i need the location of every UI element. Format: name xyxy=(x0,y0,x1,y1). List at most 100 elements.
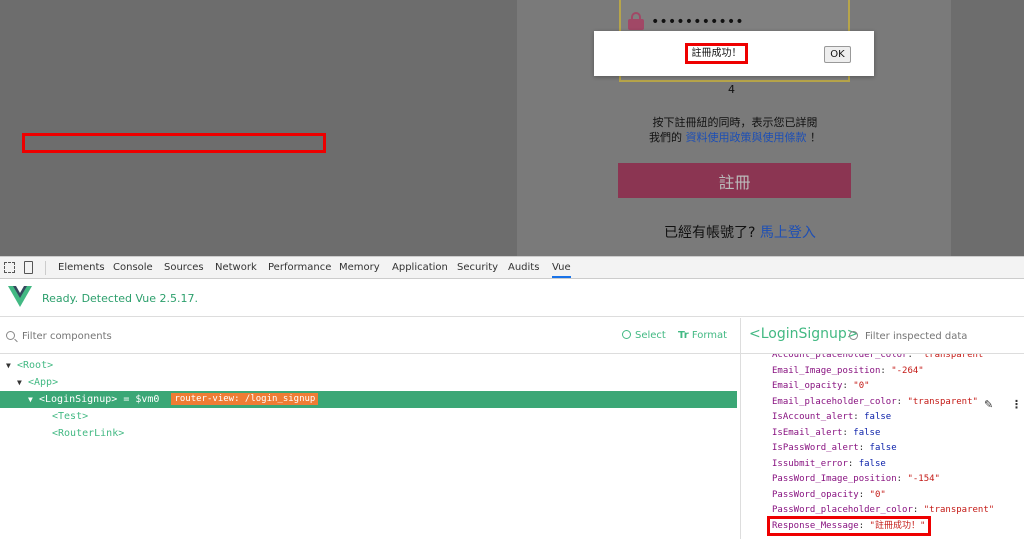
property-key: PassWord_Image_position xyxy=(772,474,897,484)
tab-network[interactable]: Network xyxy=(215,262,257,273)
inspected-component-name: <LoginSignup> xyxy=(749,326,859,342)
expand-arrow-icon[interactable]: ▼ xyxy=(6,357,17,374)
alert-message: 註冊成功！ xyxy=(685,43,748,64)
vue-header: Ready. Detected Vue 2.5.17. xyxy=(0,280,1024,317)
alert-dialog: 註冊成功！ OK xyxy=(594,31,874,76)
property-separator: : xyxy=(907,354,919,360)
data-property[interactable]: Email_placeholder_color: "transparent" xyxy=(772,395,978,410)
property-key: Email_Image_position xyxy=(772,365,881,376)
select-label: Select xyxy=(635,330,666,341)
tab-vue[interactable]: Vue xyxy=(552,262,571,278)
login-link[interactable]: 馬上登入 xyxy=(760,225,816,241)
property-value: "-154" xyxy=(907,474,940,484)
tab-audits[interactable]: Audits xyxy=(508,262,539,273)
data-property[interactable]: Email_opacity: "0" xyxy=(772,379,870,394)
property-key: Email_opacity xyxy=(772,381,843,391)
tab-security[interactable]: Security xyxy=(457,262,498,273)
devtools-tab-bar: Elements Console Sources Network Perform… xyxy=(0,257,1024,279)
property-key: Account_placeholder_color xyxy=(772,354,908,360)
tree-node-routerlink[interactable]: <RouterLink> xyxy=(0,425,737,442)
property-separator: : xyxy=(847,458,859,469)
property-key: Email_placeholder_color xyxy=(772,396,897,407)
highlight-box-tree xyxy=(22,133,326,153)
terms-prefix: 我們的 xyxy=(649,131,682,144)
tab-memory[interactable]: Memory xyxy=(339,262,380,273)
expand-arrow-icon[interactable]: ▼ xyxy=(17,374,28,391)
vue-logo-icon xyxy=(8,286,32,307)
property-value: "transparent" xyxy=(907,396,978,407)
data-property[interactable]: IsEmail_alert: false xyxy=(772,426,880,441)
webpage-viewport: ••••••••••• 4 按下註冊紐的同時，表示您已詳閱 我們的 資料使用政策… xyxy=(0,0,1024,256)
property-separator: : xyxy=(858,443,870,453)
terms-line-2: 我們的 資料使用政策與使用條款 ！ xyxy=(600,130,870,145)
data-property[interactable]: PassWord_opacity: "0" xyxy=(772,488,886,503)
more-options-icon[interactable]: ⋮ xyxy=(1011,398,1022,411)
tree-node-label: <RouterLink> xyxy=(52,428,125,439)
captcha-counter: 4 xyxy=(728,83,735,96)
target-icon xyxy=(622,330,631,339)
terms-suffix: ！ xyxy=(810,131,821,144)
property-value: "transparent" xyxy=(923,505,995,515)
register-button[interactable]: 註冊 xyxy=(618,163,851,198)
vue-status-text: Ready. Detected Vue 2.5.17. xyxy=(42,292,198,305)
tree-node-label: <App> xyxy=(28,377,59,388)
inspector-toolbar: <LoginSignup> xyxy=(741,318,1024,354)
property-key: Issubmit_error xyxy=(772,458,848,469)
property-separator: : xyxy=(842,427,854,438)
tree-node-label: <LoginSignup> xyxy=(39,394,118,405)
tab-elements[interactable]: Elements xyxy=(58,262,105,273)
property-value: false xyxy=(858,458,886,469)
property-value: "0" xyxy=(853,381,870,391)
expand-arrow-icon[interactable]: ▼ xyxy=(28,391,39,408)
data-property[interactable]: PassWord_Image_position: "-154" xyxy=(772,472,940,487)
terms-line-1: 按下註冊紐的同時，表示您已詳閱 xyxy=(652,116,818,129)
tree-node-root[interactable]: ▼ <Root> xyxy=(0,357,737,374)
alert-ok-button[interactable]: OK xyxy=(824,46,851,63)
property-separator: : xyxy=(842,381,854,391)
format-button[interactable]: Tr Format xyxy=(678,330,727,341)
data-property[interactable]: IsPassWord_alert: false xyxy=(772,441,897,456)
filter-components-input[interactable] xyxy=(22,328,322,344)
data-property[interactable]: Account_placeholder_color: "transparent" xyxy=(772,354,989,363)
tree-node-loginsignup[interactable]: ▼ <LoginSignup> = $vm0 router-view: /logi… xyxy=(0,391,737,408)
property-key: IsEmail_alert xyxy=(772,427,843,438)
terms-text: 按下註冊紐的同時，表示您已詳閱 我們的 資料使用政策與使用條款 ！ xyxy=(600,115,870,145)
tree-node-label: <Test> xyxy=(52,411,89,422)
tab-application[interactable]: Application xyxy=(392,262,448,273)
terms-link[interactable]: 資料使用政策與使用條款 xyxy=(686,131,807,144)
tab-performance[interactable]: Performance xyxy=(268,262,331,273)
search-icon xyxy=(849,331,858,340)
tree-node-app[interactable]: ▼ <App> xyxy=(0,374,737,391)
device-toolbar-icon[interactable] xyxy=(24,261,33,274)
property-value: false xyxy=(853,427,881,438)
property-separator: : xyxy=(880,365,892,376)
property-key: PassWord_opacity xyxy=(772,489,859,500)
filter-inspected-input[interactable] xyxy=(865,328,1015,344)
property-key: IsAccount_alert xyxy=(772,412,854,422)
property-separator: : xyxy=(912,505,924,515)
login-prompt: 已經有帳號了? 馬上登入 xyxy=(664,222,816,242)
data-property[interactable]: Issubmit_error: false xyxy=(772,457,886,472)
component-tree: ▼ <Root> ▼ <App> ▼ <LoginSignup> = $vm0 rou… xyxy=(0,355,740,539)
data-property[interactable]: IsAccount_alert: false xyxy=(772,410,891,425)
inspected-data-list: ✎ ⋮ Account_placeholder_color: "transpar… xyxy=(741,354,1024,539)
select-button[interactable]: Select xyxy=(622,330,666,341)
property-separator: : xyxy=(853,412,865,422)
vm-ref: = $vm0 xyxy=(123,394,160,405)
search-icon xyxy=(6,331,15,340)
property-key: IsPassWord_alert xyxy=(772,443,859,453)
edit-icon[interactable]: ✎ xyxy=(984,398,993,411)
lock-icon xyxy=(628,12,644,30)
property-separator: : xyxy=(896,396,908,407)
format-label: Format xyxy=(691,330,728,341)
components-toolbar: Select Tr Format xyxy=(0,318,740,354)
tab-console[interactable]: Console xyxy=(113,262,153,273)
data-property[interactable]: Email_Image_position: "-264" xyxy=(772,364,924,379)
property-separator: : xyxy=(896,474,908,484)
tab-sources[interactable]: Sources xyxy=(164,262,204,273)
property-value: "transparent" xyxy=(918,354,989,360)
highlight-box-response xyxy=(767,516,931,536)
toolbar-divider xyxy=(45,261,46,275)
tree-node-test[interactable]: <Test> xyxy=(0,408,737,425)
inspect-element-icon[interactable] xyxy=(4,262,15,273)
